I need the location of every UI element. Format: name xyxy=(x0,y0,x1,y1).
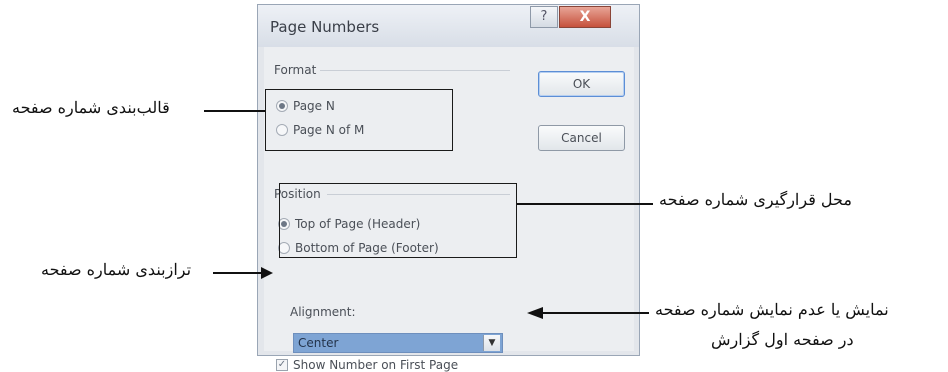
annotation-position-line xyxy=(517,203,653,205)
ok-button[interactable]: OK xyxy=(538,71,625,97)
help-button[interactable]: ? xyxy=(530,6,558,28)
chevron-down-icon[interactable]: ▼ xyxy=(483,335,500,351)
alignment-label: Alignment: xyxy=(290,305,356,319)
show-first-page-checkbox[interactable]: ✓ xyxy=(276,359,288,371)
annotation-format: قالب‌بندی شماره صفحه xyxy=(12,98,170,117)
format-highlight-box xyxy=(265,89,453,151)
annotation-position: محل قرارگیری شماره صفحه xyxy=(659,190,852,209)
annotation-first-page-line xyxy=(541,312,649,314)
title-bar: Page Numbers ? X xyxy=(258,5,639,47)
annotation-alignment-line xyxy=(213,272,263,274)
page-numbers-dialog: Page Numbers ? X Format Page N Page N of… xyxy=(257,4,640,372)
format-separator xyxy=(320,70,510,71)
arrow-right-icon xyxy=(261,267,273,279)
dialog-title: Page Numbers xyxy=(270,18,380,36)
annotation-first-page-line2: در صفحه اول گزارش xyxy=(711,330,854,349)
annotation-alignment: ترازبندی شماره صفحه xyxy=(41,260,192,279)
cancel-button[interactable]: Cancel xyxy=(538,125,625,151)
format-group-label: Format xyxy=(274,63,317,77)
annotation-format-line xyxy=(204,110,265,112)
annotation-first-page-line1: نمایش یا عدم نمایش شماره صفحه xyxy=(655,300,889,319)
alignment-dropdown[interactable]: Center ▼ xyxy=(293,333,503,353)
alignment-value: Center xyxy=(298,336,339,350)
position-highlight-box xyxy=(279,183,517,258)
close-button[interactable]: X xyxy=(559,6,611,28)
show-first-page-label[interactable]: Show Number on First Page xyxy=(293,358,458,372)
